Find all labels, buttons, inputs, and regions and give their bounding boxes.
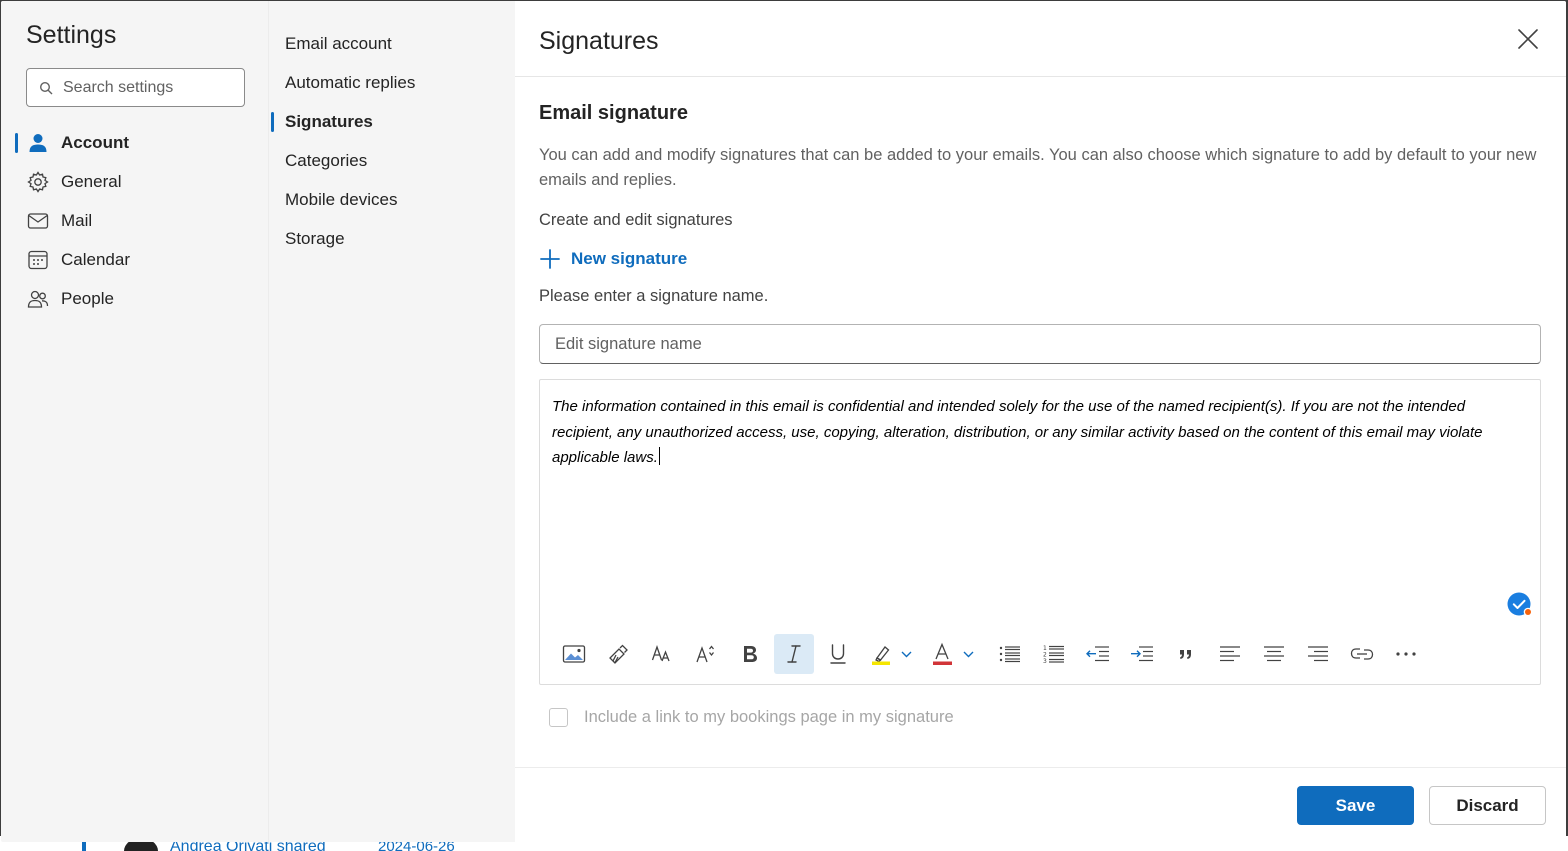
align-center-button[interactable] xyxy=(1254,634,1294,674)
signature-editor[interactable]: The information contained in this email … xyxy=(539,379,1541,685)
subnav-item-signatures[interactable]: Signatures xyxy=(269,104,509,140)
format-painter-icon xyxy=(609,644,628,664)
increase-indent-button[interactable] xyxy=(1122,634,1162,674)
settings-category-nav: Settings Account General Mail Calendar P… xyxy=(1,1,269,842)
footer-divider xyxy=(515,767,1566,768)
link-icon xyxy=(1350,648,1374,660)
subnav-item-label: Categories xyxy=(285,151,368,170)
mail-icon xyxy=(27,213,49,229)
discard-button[interactable]: Discard xyxy=(1429,786,1546,825)
svg-text:3: 3 xyxy=(1043,658,1047,664)
new-signature-button[interactable]: New signature xyxy=(539,245,687,273)
signatures-pane: Signatures Email signature You can add a… xyxy=(515,1,1566,842)
numbering-icon: 123 xyxy=(1043,645,1064,664)
link-button[interactable] xyxy=(1342,634,1382,674)
subnav-item-automatic-replies[interactable]: Automatic replies xyxy=(269,65,509,101)
nav-item-calendar[interactable]: Calendar xyxy=(15,242,255,278)
bookings-label: Include a link to my bookings page in my… xyxy=(584,708,954,726)
quote-icon xyxy=(1180,650,1191,659)
highlight-button[interactable] xyxy=(862,634,922,674)
signature-text: The information contained in this email … xyxy=(552,398,1483,466)
settings-dialog: Settings Account General Mail Calendar P… xyxy=(1,1,1566,842)
more-options-icon xyxy=(1396,652,1416,656)
more-options-button[interactable] xyxy=(1386,634,1426,674)
page-title: Signatures xyxy=(539,27,659,55)
bookings-checkbox[interactable] xyxy=(549,708,568,727)
bookings-option: Include a link to my bookings page in my… xyxy=(549,708,954,727)
text-caret xyxy=(658,447,660,465)
bold-button[interactable] xyxy=(730,634,770,674)
section-title: Email signature xyxy=(539,102,688,124)
subnav-item-categories[interactable]: Categories xyxy=(269,143,509,179)
align-right-icon xyxy=(1308,646,1328,662)
subnav-item-mobile-devices[interactable]: Mobile devices xyxy=(269,182,509,218)
increase-indent-icon xyxy=(1131,646,1153,662)
subnav-item-storage[interactable]: Storage xyxy=(269,221,509,257)
save-button[interactable]: Save xyxy=(1297,786,1414,825)
nav-item-label: Calendar xyxy=(61,250,130,269)
bullets-icon xyxy=(999,646,1020,663)
align-left-icon xyxy=(1220,646,1240,662)
selection-indicator xyxy=(15,133,18,153)
align-left-button[interactable] xyxy=(1210,634,1250,674)
nav-item-mail[interactable]: Mail xyxy=(15,203,255,239)
settings-subcategory-nav: Email account Automatic replies Signatur… xyxy=(269,1,515,842)
subnav-item-email-account[interactable]: Email account xyxy=(269,26,509,62)
new-signature-label: New signature xyxy=(571,249,688,268)
calendar-icon xyxy=(28,250,48,270)
person-icon xyxy=(29,134,47,152)
editor-checker-icon[interactable] xyxy=(1507,592,1533,618)
underline-button[interactable] xyxy=(818,634,858,674)
section-description: You can add and modify signatures that c… xyxy=(539,146,1537,189)
align-center-icon xyxy=(1264,646,1284,662)
nav-item-label: Account xyxy=(61,133,129,152)
font-size-button[interactable] xyxy=(686,634,726,674)
nav-item-general[interactable]: General xyxy=(15,164,255,200)
font-color-icon xyxy=(933,642,974,665)
bold-icon xyxy=(744,646,757,662)
nav-item-account[interactable]: Account xyxy=(15,125,255,161)
font-icon xyxy=(651,645,670,662)
create-edit-label: Create and edit signatures xyxy=(539,211,733,229)
subnav-item-label: Storage xyxy=(285,229,345,248)
decrease-indent-icon xyxy=(1086,646,1109,662)
underline-icon xyxy=(830,644,846,664)
signature-name-input[interactable] xyxy=(539,324,1541,364)
italic-button[interactable] xyxy=(774,634,814,674)
subnav-item-label: Email account xyxy=(285,34,392,53)
settings-title: Settings xyxy=(26,21,117,49)
decrease-indent-button[interactable] xyxy=(1078,634,1118,674)
italic-icon xyxy=(787,645,801,663)
subnav-item-label: Mobile devices xyxy=(285,190,398,209)
nav-item-people[interactable]: People xyxy=(15,281,255,317)
quote-button[interactable] xyxy=(1166,634,1206,674)
bullets-button[interactable] xyxy=(990,634,1030,674)
format-painter-button[interactable] xyxy=(598,634,638,674)
search-input[interactable] xyxy=(63,78,223,97)
signature-body[interactable]: The information contained in this email … xyxy=(552,394,1527,471)
subnav-item-label: Automatic replies xyxy=(285,73,416,92)
font-size-icon xyxy=(696,645,715,663)
nav-item-label: General xyxy=(61,172,122,191)
insert-picture-icon xyxy=(562,645,586,663)
gear-icon xyxy=(27,171,49,193)
people-icon xyxy=(27,290,49,308)
highlight-icon xyxy=(872,646,912,665)
selection-indicator xyxy=(271,112,274,132)
subnav-item-label: Signatures xyxy=(285,112,373,131)
search-icon xyxy=(39,81,53,94)
numbering-button[interactable]: 123 xyxy=(1034,634,1074,674)
align-right-button[interactable] xyxy=(1298,634,1338,674)
search-box[interactable] xyxy=(26,68,245,107)
close-icon[interactable] xyxy=(1516,27,1540,51)
font-button[interactable] xyxy=(642,634,682,674)
plus-icon xyxy=(540,249,560,269)
font-color-button[interactable] xyxy=(924,634,984,674)
pane-header: Signatures xyxy=(515,1,1566,77)
nav-item-label: Mail xyxy=(61,211,93,230)
formatting-toolbar: 123 xyxy=(554,634,1534,674)
name-prompt: Please enter a signature name. xyxy=(539,287,769,305)
nav-item-label: People xyxy=(61,289,114,308)
insert-picture-button[interactable] xyxy=(554,634,594,674)
